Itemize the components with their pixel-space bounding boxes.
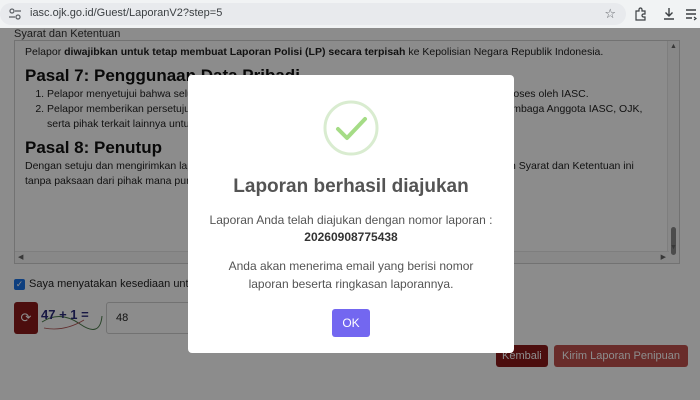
ok-button[interactable]: OK bbox=[332, 309, 370, 337]
address-bar[interactable]: iasc.ojk.go.id/Guest/LaporanV2?step=5 ☆ bbox=[0, 3, 626, 25]
url-text: iasc.ojk.go.id/Guest/LaporanV2?step=5 bbox=[30, 7, 223, 19]
extensions-icon[interactable] bbox=[632, 4, 650, 24]
star-icon[interactable]: ☆ bbox=[604, 6, 616, 22]
report-number: 20260908775438 bbox=[304, 230, 398, 244]
success-dialog: Laporan berhasil diajukan Laporan Anda t… bbox=[188, 75, 514, 353]
dialog-message: Laporan Anda telah diajukan dengan nomor… bbox=[209, 213, 493, 227]
tune-icon[interactable] bbox=[8, 7, 22, 21]
dialog-title: Laporan berhasil diajukan bbox=[233, 176, 469, 197]
download-icon[interactable] bbox=[660, 4, 678, 24]
dialog-email-note: Anda akan menerima email yang berisi nom… bbox=[228, 259, 474, 291]
browser-toolbar: iasc.ojk.go.id/Guest/LaporanV2?step=5 ☆ bbox=[0, 0, 700, 28]
success-check-icon bbox=[323, 100, 379, 156]
menu-icon[interactable] bbox=[682, 4, 700, 24]
